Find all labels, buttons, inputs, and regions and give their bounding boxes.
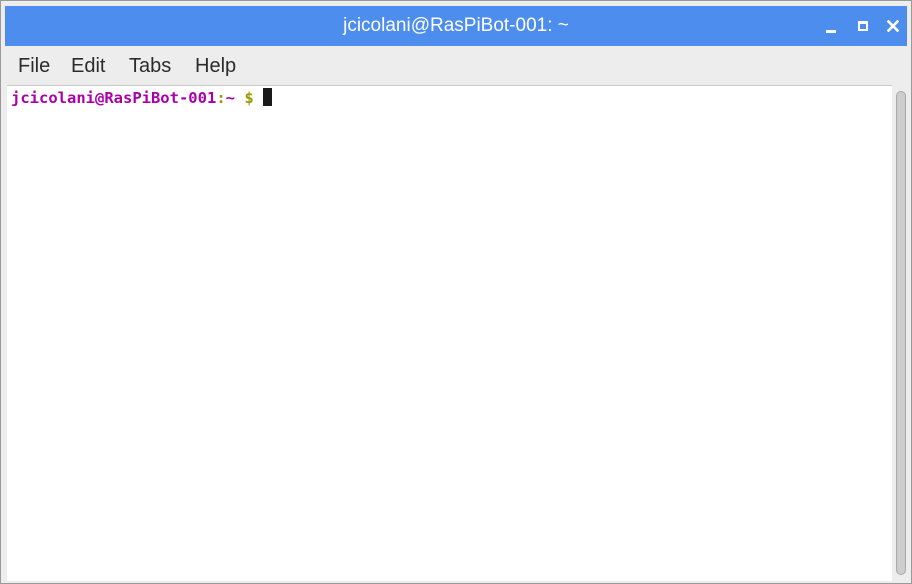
- title-bar[interactable]: jcicolani@RasPiBot-001: ~: [5, 6, 907, 46]
- prompt-path: ~: [225, 89, 235, 107]
- close-icon: [887, 20, 899, 32]
- terminal-output-area[interactable]: jcicolani@RasPiBot-001:~ $: [7, 85, 892, 581]
- prompt-colon: :: [216, 89, 226, 107]
- maximize-icon: [858, 21, 868, 31]
- menu-file[interactable]: File: [18, 47, 50, 85]
- prompt-user-host: jcicolani@RasPiBot-001: [11, 89, 217, 107]
- minimize-button[interactable]: [817, 6, 845, 46]
- menu-tabs[interactable]: Tabs: [129, 47, 171, 85]
- text-cursor: [263, 88, 273, 106]
- minimize-icon: [826, 30, 836, 33]
- prompt-symbol: $: [244, 89, 254, 107]
- command-prompt: jcicolani@RasPiBot-001:~ $: [11, 87, 273, 109]
- close-button[interactable]: [879, 6, 907, 46]
- scrollbar-thumb[interactable]: [896, 91, 906, 575]
- window-title: jcicolani@RasPiBot-001: ~: [343, 15, 569, 36]
- terminal-window: jcicolani@RasPiBot-001: ~ File Edit Tabs…: [0, 0, 912, 584]
- vertical-scrollbar[interactable]: [892, 85, 909, 581]
- menu-help[interactable]: Help: [195, 47, 236, 85]
- menu-edit[interactable]: Edit: [71, 47, 105, 85]
- maximize-button[interactable]: [849, 6, 877, 46]
- menu-bar: File Edit Tabs Help: [5, 47, 907, 85]
